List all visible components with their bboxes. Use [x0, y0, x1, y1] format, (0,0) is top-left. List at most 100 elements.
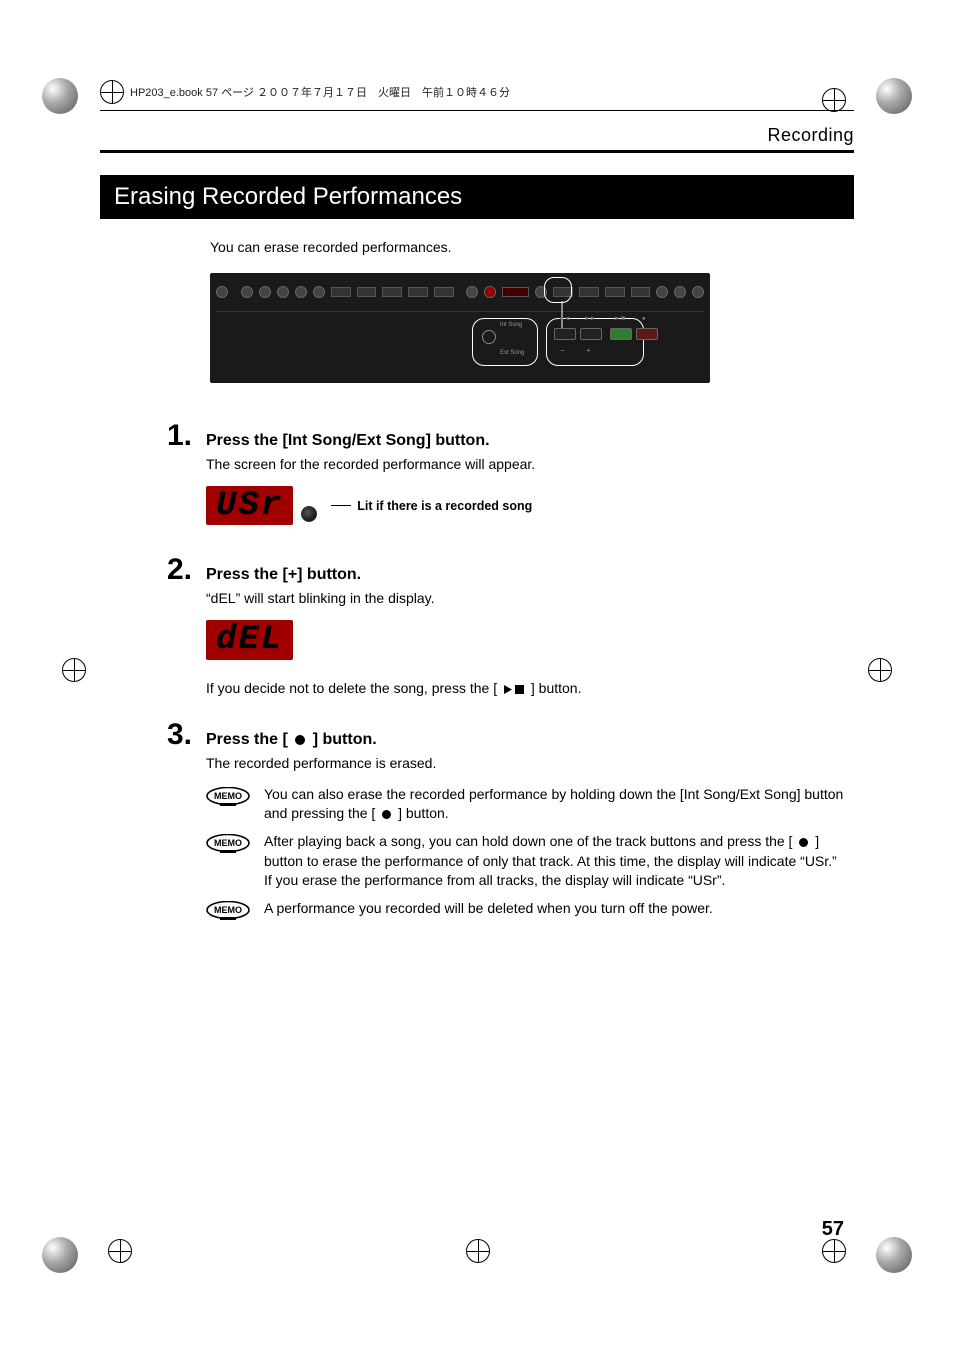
print-ornament-icon: [42, 1237, 78, 1273]
svg-text:MEMO: MEMO: [214, 791, 242, 801]
print-ornament-icon: [876, 1237, 912, 1273]
play-icon-label: ►/■: [614, 316, 625, 322]
callout-frame: [544, 277, 572, 303]
step-title: Press the [+] button.: [206, 566, 844, 584]
heavy-rule: [100, 150, 854, 153]
knob-icon: [674, 286, 686, 298]
record-circle-icon: [294, 734, 306, 746]
fwd-icon-label: ►►: [584, 316, 596, 322]
memo-text: After playing back a song, you can hold …: [264, 832, 844, 891]
registration-mark-icon: [62, 658, 86, 682]
knob-icon: [656, 286, 668, 298]
memo1-post: ] button.: [398, 805, 449, 821]
int-song-label: Int Song: [500, 322, 522, 328]
print-ornament-icon: [42, 78, 78, 114]
seven-segment-display: dEL: [206, 620, 293, 659]
panel-top-strip: [210, 273, 710, 311]
step-text: “dEL” will start blinking in the display…: [206, 590, 844, 606]
memo-row: MEMO After playing back a song, you can …: [206, 832, 844, 891]
file-header-text: HP203_e.book 57 ページ ２００７年７月１７日 火曜日 午前１０時…: [130, 84, 510, 100]
memo-row: MEMO A performance you recorded will be …: [206, 899, 844, 921]
step-title-post: ] button.: [313, 731, 377, 748]
record-circle-icon: [798, 837, 809, 848]
step-title: Press the [Int Song/Ext Song] button.: [206, 432, 844, 450]
tone-button-icon: [434, 287, 454, 297]
section-label: Recording: [100, 125, 854, 146]
memo-badge-icon: MEMO: [206, 834, 250, 854]
tone-button-icon: [357, 287, 377, 297]
minus-sign-icon: −: [560, 346, 565, 355]
knob-icon: [216, 286, 228, 298]
display-figure-usr: USr Lit if there is a recorded song: [206, 486, 532, 525]
step-note-post: ] button.: [531, 680, 582, 696]
song-button-icon: [482, 330, 496, 344]
intro-text: You can erase recorded performances.: [210, 239, 844, 255]
callout-frame-plus-minus: [546, 318, 644, 366]
caption-wrap: Lit if there is a recorded song: [331, 497, 532, 515]
svg-text:MEMO: MEMO: [214, 838, 242, 848]
plus-sign-icon: +: [586, 346, 591, 355]
memo-badge-icon: MEMO: [206, 901, 250, 921]
step-note-pre: If you decide not to delete the song, pr…: [206, 680, 501, 696]
play-button-icon: [610, 328, 632, 340]
step-note: If you decide not to delete the song, pr…: [206, 680, 844, 696]
memo-row: MEMO You can also erase the recorded per…: [206, 785, 844, 824]
rewind-button-icon: [554, 328, 576, 340]
panel-divider: [216, 311, 704, 312]
rec-icon-label: ●: [642, 316, 646, 322]
knob-icon: [484, 286, 496, 298]
display-icon: [502, 287, 530, 297]
step-2: 2. Press the [+] button. “dEL” will star…: [210, 553, 844, 709]
knob-icon: [259, 286, 271, 298]
thin-rule: [100, 110, 854, 111]
memo-text: You can also erase the recorded performa…: [264, 785, 844, 824]
step-3: 3. Press the [ ] button. The recorded pe…: [210, 718, 844, 921]
page-frame: HP203_e.book 57 ページ ２００７年７月１７日 火曜日 午前１０時…: [100, 80, 854, 1271]
forward-button-icon: [580, 328, 602, 340]
record-circle-icon: [381, 809, 392, 820]
book-page-icon: [100, 80, 124, 104]
knob-icon: [466, 286, 478, 298]
memo1-pre: You can also erase the recorded performa…: [264, 786, 843, 822]
step-1: 1. Press the [Int Song/Ext Song] button.…: [210, 419, 844, 545]
knob-icon: [313, 286, 325, 298]
step-number: 3.: [166, 718, 192, 752]
instrument-panel-figure: Int Song Ext Song − + ◄◄ ►► ►/■ ●: [210, 273, 710, 383]
registration-mark-icon: [868, 658, 892, 682]
content-area: You can erase recorded performances.: [100, 239, 854, 921]
step-title: Press the [ ] button.: [206, 731, 844, 749]
panel-text-tiny: [234, 289, 235, 295]
step-number: 2.: [166, 553, 192, 587]
display-figure-del: dEL: [206, 620, 293, 659]
memo2-pre: After playing back a song, you can hold …: [264, 833, 796, 849]
step-text: The screen for the recorded performance …: [206, 456, 844, 472]
button-icon: [579, 287, 599, 297]
tone-button-icon: [382, 287, 402, 297]
knob-icon: [241, 286, 253, 298]
print-ornament-icon: [876, 78, 912, 114]
knob-icon: [277, 286, 289, 298]
svg-text:MEMO: MEMO: [214, 905, 242, 915]
file-header: HP203_e.book 57 ページ ２００７年７月１７日 火曜日 午前１０時…: [100, 80, 854, 104]
knob-icon: [295, 286, 307, 298]
section-banner: Erasing Recorded Performances: [100, 175, 854, 219]
step-title-pre: Press the [: [206, 731, 292, 748]
button-icon: [631, 287, 651, 297]
led-dot-icon: [301, 506, 317, 522]
knob-icon: [692, 286, 704, 298]
tone-button-icon: [408, 287, 428, 297]
step-number: 1.: [166, 419, 192, 453]
bwd-icon-label: ◄◄: [558, 316, 570, 322]
caption-leader-line-icon: [331, 505, 351, 506]
memo-text: A performance you recorded will be delet…: [264, 899, 844, 919]
button-icon: [605, 287, 625, 297]
play-stop-icon: [503, 684, 525, 695]
page-number: 57: [822, 1218, 844, 1241]
figure-caption: Lit if there is a recorded song: [357, 499, 532, 513]
memo-badge-icon: MEMO: [206, 787, 250, 807]
ext-song-label: Ext Song: [500, 350, 524, 356]
record-button-icon: [636, 328, 658, 340]
tone-button-icon: [331, 287, 351, 297]
panel-bottom-strip: Int Song Ext Song − + ◄◄ ►► ►/■ ●: [210, 316, 710, 372]
step-text: The recorded performance is erased.: [206, 755, 844, 771]
